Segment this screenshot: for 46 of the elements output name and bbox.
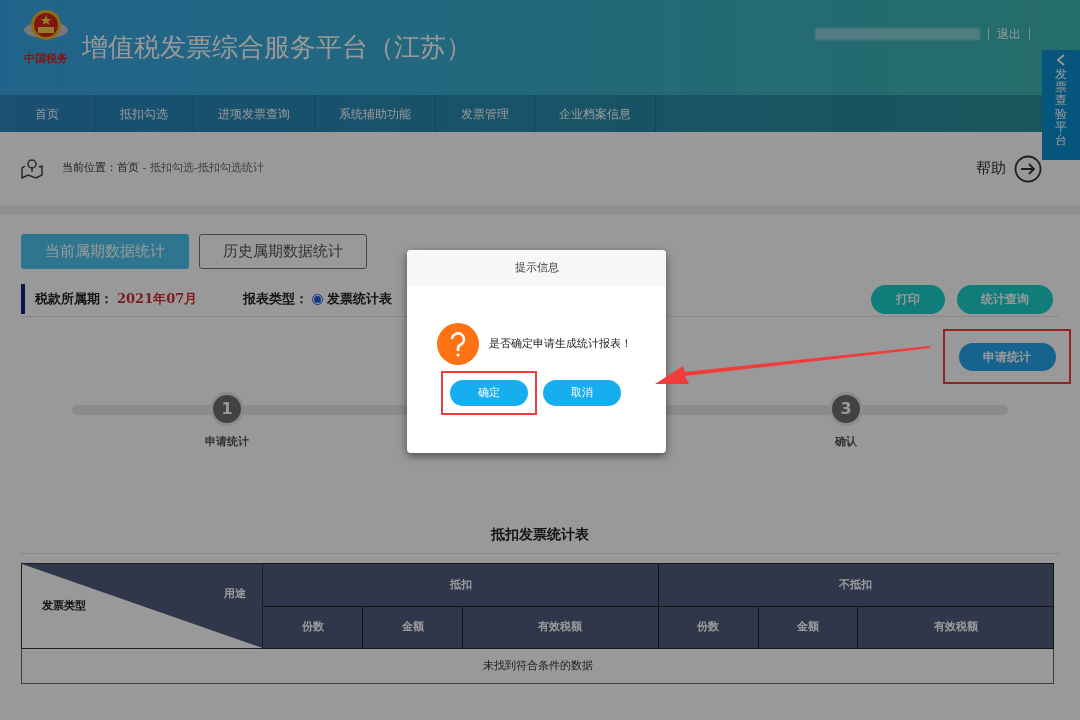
period-tab[interactable]: 历史属期数据统计 bbox=[199, 234, 367, 269]
step-label: 申请统计 bbox=[205, 434, 249, 450]
table-header: 金额 bbox=[362, 606, 463, 649]
logout-link[interactable]: 退出 bbox=[988, 28, 1030, 40]
table-title: 抵扣发票统计表 bbox=[489, 525, 590, 544]
nav-item[interactable]: 发票管理 bbox=[436, 95, 535, 132]
corner-column-label: 用途 bbox=[224, 586, 247, 602]
nav-item[interactable]: 抵扣勾选 bbox=[95, 95, 194, 132]
confirm-button[interactable]: 确定 bbox=[450, 380, 528, 406]
side-tab-label: 发票查验平台 bbox=[1055, 68, 1067, 148]
nav-item[interactable]: 首页 bbox=[0, 95, 95, 132]
help-link[interactable]: 帮助 bbox=[976, 154, 1042, 183]
step-label: 确认 bbox=[835, 434, 857, 450]
period-value: 2021年07月 bbox=[117, 290, 198, 309]
table-header: 不抵扣 bbox=[658, 563, 1054, 607]
action-button[interactable]: 统计查询 bbox=[957, 284, 1053, 314]
nav-item[interactable]: 企业档案信息 bbox=[535, 95, 656, 132]
table-header: 有效税额 bbox=[857, 606, 1054, 649]
report-type-radio[interactable]: 发票统计表 bbox=[312, 289, 393, 309]
period-tab[interactable]: 当前属期数据统计 bbox=[21, 234, 189, 269]
nav-item[interactable]: 进项发票查询 bbox=[194, 95, 315, 132]
dialog-message: 是否确定申请生成统计报表！ bbox=[489, 335, 632, 352]
empty-message: 未找到符合条件的数据 bbox=[21, 648, 1054, 684]
action-button[interactable]: 打印 bbox=[871, 284, 945, 314]
report-type-label: 报表类型： bbox=[243, 290, 309, 309]
arrow-right-icon bbox=[1014, 154, 1042, 183]
chevron-left-icon bbox=[1056, 54, 1066, 66]
table-header: 份数 bbox=[658, 606, 759, 649]
nav-item[interactable]: 系统辅助功能 bbox=[315, 95, 436, 132]
step-number: 1 bbox=[210, 392, 244, 426]
corner-row-label: 发票类型 bbox=[42, 598, 86, 614]
question-icon bbox=[437, 323, 479, 365]
period-label: 税款所属期： bbox=[35, 290, 113, 309]
table-header: 金额 bbox=[758, 606, 858, 649]
table-header: 份数 bbox=[263, 606, 363, 649]
cancel-button[interactable]: 取消 bbox=[543, 380, 621, 406]
apply-button[interactable]: 申请统计 bbox=[958, 342, 1056, 371]
logo-caption: 中国税务 bbox=[24, 52, 68, 66]
dialog-title: 提示信息 bbox=[514, 259, 559, 276]
table-header: 有效税额 bbox=[462, 606, 659, 649]
side-tab[interactable]: 发票查验平台 bbox=[1042, 50, 1080, 160]
step-number: 3 bbox=[829, 392, 863, 426]
location-icon bbox=[20, 157, 44, 180]
table-header: 抵扣 bbox=[263, 563, 659, 607]
breadcrumb-text: 当前位置：首页 - 抵扣勾选-抵扣勾选统计 bbox=[62, 160, 264, 177]
site-title: 增值税发票综合服务平台（江苏） bbox=[82, 31, 472, 64]
